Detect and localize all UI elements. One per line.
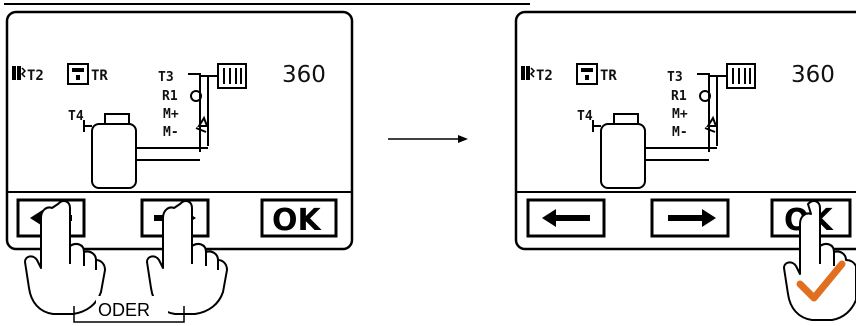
left-mixer-close: M- (163, 125, 179, 140)
ok-button[interactable]: OK (260, 198, 338, 238)
left-sensor-t4: T4 (68, 109, 84, 124)
right-mixer-close: M- (672, 125, 688, 140)
right-sensor-t3: T3 (667, 70, 683, 85)
left-sensor-t3: T3 (158, 70, 174, 85)
left-sensor-t2: T2 (27, 68, 44, 84)
right-sensor-t2: T2 (536, 68, 553, 84)
right-mixer-open: M+ (672, 107, 688, 122)
left-tank-icon (83, 113, 137, 189)
left-mixer-open: M+ (163, 107, 179, 122)
right-radiator-icon (726, 63, 756, 89)
right-value-display: 360 (791, 62, 835, 88)
right-sensor-t4: T4 (577, 109, 593, 124)
right-arrow-button[interactable] (650, 198, 730, 238)
left-value-display: 360 (282, 62, 326, 88)
arrow-right-icon (388, 135, 468, 143)
left-arrow-button[interactable] (526, 198, 606, 238)
left-radiator-icon (217, 63, 247, 89)
or-label: ODER (98, 300, 150, 320)
instruction-figure: T2 TR T3 R1 M+ M- 360 T4 OK ODER T2 TR T… (4, 3, 856, 323)
left-sensor-tr: TR (91, 68, 108, 84)
left-relay-r1: R1 (162, 89, 178, 104)
right-relay-r1: R1 (671, 89, 687, 104)
right-tank-icon (592, 113, 646, 189)
right-sensor-tr: TR (600, 68, 617, 84)
ok-button-label: OK (272, 203, 323, 238)
